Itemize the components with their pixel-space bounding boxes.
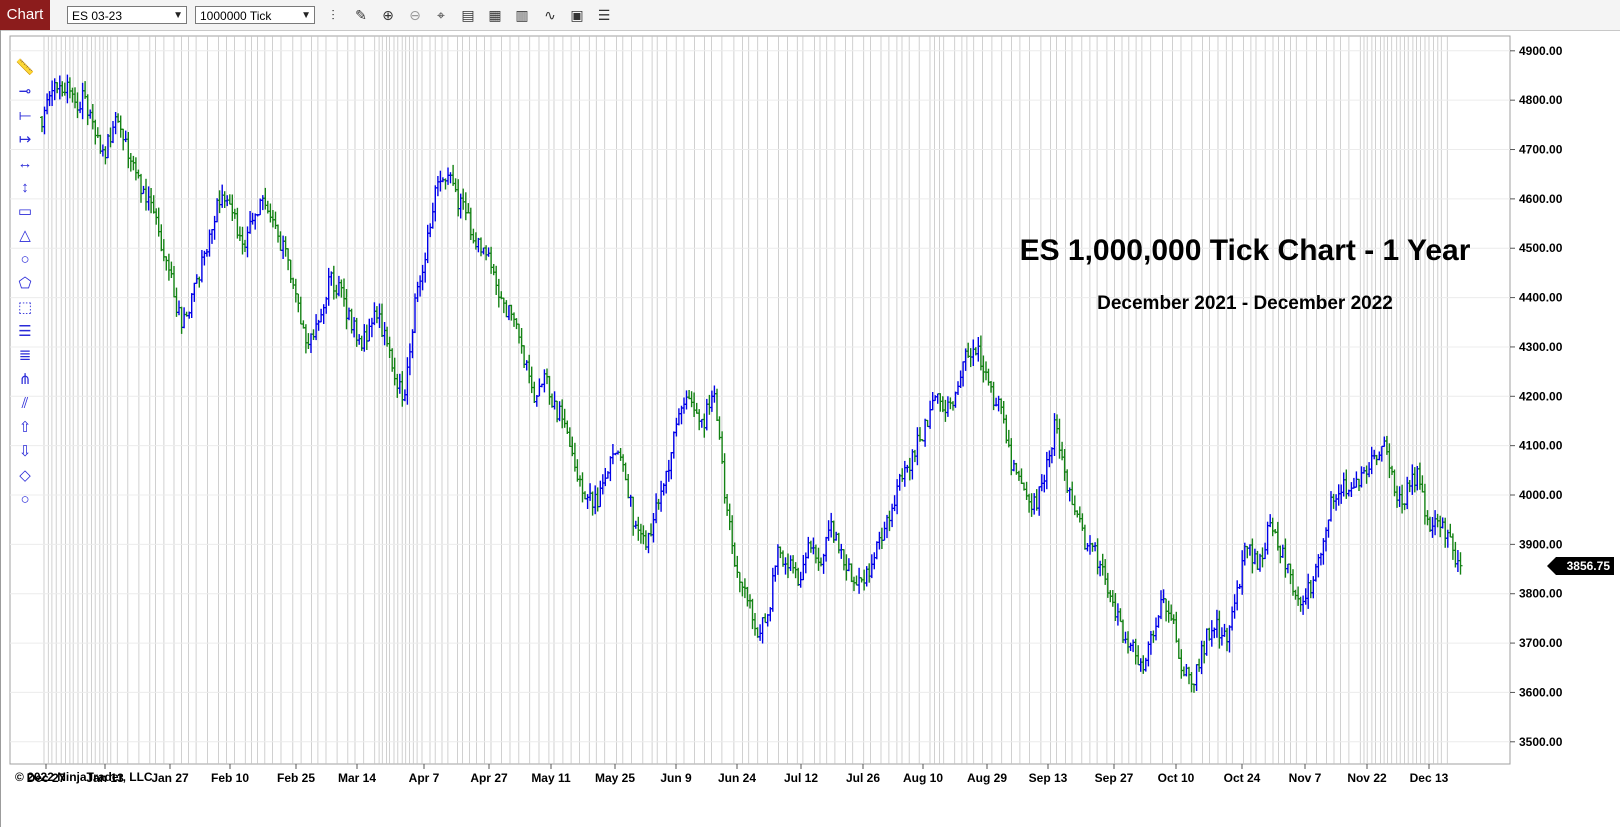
line-icon[interactable]: ⟝ — [14, 104, 36, 128]
circle-icon[interactable]: ○ — [14, 488, 36, 512]
x-tick-label: Aug 29 — [967, 771, 1007, 785]
price-chart[interactable]: 4900.00 4800.00 4700.00 4600.00 4500.00 4400.… — [0, 30, 1620, 827]
strategies-icon[interactable]: ▥ — [513, 6, 531, 24]
diamond-icon[interactable]: ◇ — [14, 464, 36, 488]
extended-line-icon[interactable]: ↔ — [14, 152, 36, 176]
chevron-down-icon: ▼ — [301, 10, 311, 21]
x-tick-label: Sep 27 — [1095, 771, 1134, 785]
interval-value: 1000000 Tick — [200, 9, 272, 23]
andrews-pitchfork-icon[interactable]: ⋔ — [14, 368, 36, 392]
zoom-in-icon[interactable]: ⊕ — [379, 6, 397, 24]
data-box-icon[interactable]: ▦ — [486, 6, 504, 24]
arrow-up-icon[interactable]: ⇧ — [14, 416, 36, 440]
pencil-icon[interactable]: ✎ — [352, 6, 370, 24]
x-tick-label: Nov 7 — [1289, 771, 1322, 785]
instrument-select[interactable]: ES 03-23 ▼ — [67, 6, 187, 24]
properties-icon[interactable]: ▤ — [459, 6, 477, 24]
region-icon[interactable]: ⬚ — [14, 296, 36, 320]
interval-select[interactable]: 1000000 Tick ▼ — [195, 6, 315, 24]
chart-tab[interactable]: Chart — [0, 0, 50, 30]
y-tick-label: 4600.00 — [1519, 192, 1563, 206]
x-tick-label: Mar 14 — [338, 771, 376, 785]
x-tick-label: Jan 27 — [151, 771, 189, 785]
drawing-tools-bar: 📏 ⊸ ⟝ ↦ ↔ ↕ ▭ △ ○ ⬠ ⬚ ☰ ≣ ⋔ ⫽ ⇧ ⇩ ◇ ○ — [14, 56, 36, 512]
x-tick-label: May 11 — [531, 771, 571, 785]
crosshair-icon[interactable]: ⌖ — [432, 6, 450, 24]
rectangle-icon[interactable]: ▭ — [14, 200, 36, 224]
x-tick-label: Dec 13 — [1410, 771, 1449, 785]
arrow-line-icon[interactable]: ↕ — [14, 176, 36, 200]
y-tick-label: 4800.00 — [1519, 93, 1563, 107]
indicators-icon[interactable]: ∿ — [541, 6, 559, 24]
y-tick-label: 3900.00 — [1519, 537, 1563, 551]
x-tick-label: Jun 9 — [660, 771, 692, 785]
zoom-out-icon[interactable]: ⊖ — [406, 6, 424, 24]
y-tick-label: 4700.00 — [1519, 143, 1563, 157]
y-tick-label: 4900.00 — [1519, 44, 1563, 58]
last-price-marker: 3856.75 — [1547, 557, 1614, 575]
y-tick-label: 4300.00 — [1519, 340, 1563, 354]
x-tick-label: Apr 27 — [470, 771, 508, 785]
y-tick-label: 3600.00 — [1519, 685, 1563, 699]
ray-icon[interactable]: ↦ — [14, 128, 36, 152]
x-tick-label: Apr 7 — [409, 771, 440, 785]
y-tick-label: 4100.00 — [1519, 439, 1563, 453]
polygon-icon[interactable]: ⬠ — [14, 272, 36, 296]
y-tick-label: 4400.00 — [1519, 291, 1563, 305]
y-tick-label: 3700.00 — [1519, 636, 1563, 650]
chart-subtitle: December 2021 - December 2022 — [1097, 293, 1393, 314]
y-tick-label: 4000.00 — [1519, 488, 1563, 502]
x-tick-label: May 25 — [595, 771, 635, 785]
x-tick-label: Jul 12 — [784, 771, 818, 785]
screenshot-icon[interactable]: ▣ — [568, 6, 586, 24]
ruler-icon[interactable]: 📏 — [14, 56, 36, 80]
x-tick-label: Sep 13 — [1029, 771, 1068, 785]
instrument-value: ES 03-23 — [72, 9, 123, 23]
x-tick-label: Oct 24 — [1224, 771, 1261, 785]
y-tick-label: 3500.00 — [1519, 735, 1563, 749]
fibonacci-extension-icon[interactable]: ≣ — [14, 344, 36, 368]
x-tick-label: Jul 26 — [846, 771, 880, 785]
fibonacci-retracement-icon[interactable]: ☰ — [14, 320, 36, 344]
x-tick-label: Nov 22 — [1347, 771, 1387, 785]
y-tick-label: 4500.00 — [1519, 241, 1563, 255]
x-tick-label: Feb 10 — [211, 771, 249, 785]
chevron-down-icon: ▼ — [173, 10, 183, 21]
x-tick-label: Jun 24 — [718, 771, 756, 785]
chart-title: ES 1,000,000 Tick Chart - 1 Year — [1019, 234, 1471, 267]
ellipse-icon[interactable]: ○ — [14, 248, 36, 272]
bar-style-icon[interactable]: ⫶ — [324, 6, 342, 24]
x-tick-label: Feb 25 — [277, 771, 315, 785]
menu-icon[interactable]: ☰ — [595, 6, 613, 24]
y-tick-label: 4200.00 — [1519, 389, 1563, 403]
x-tick-label: Aug 10 — [903, 771, 943, 785]
toolbar: Chart ES 03-23 ▼ 1000000 Tick ▼ ⫶ ✎ ⊕ ⊖ … — [0, 0, 1620, 31]
x-tick-label: Oct 10 — [1158, 771, 1195, 785]
parallel-lines-icon[interactable]: ⫽ — [14, 392, 36, 416]
arrow-down-icon[interactable]: ⇩ — [14, 440, 36, 464]
y-tick-label: 3800.00 — [1519, 587, 1563, 601]
risk-reward-icon[interactable]: ⊸ — [14, 80, 36, 104]
triangle-icon[interactable]: △ — [14, 224, 36, 248]
copyright-text: © 2022 NinjaTrader, LLC — [15, 770, 153, 784]
